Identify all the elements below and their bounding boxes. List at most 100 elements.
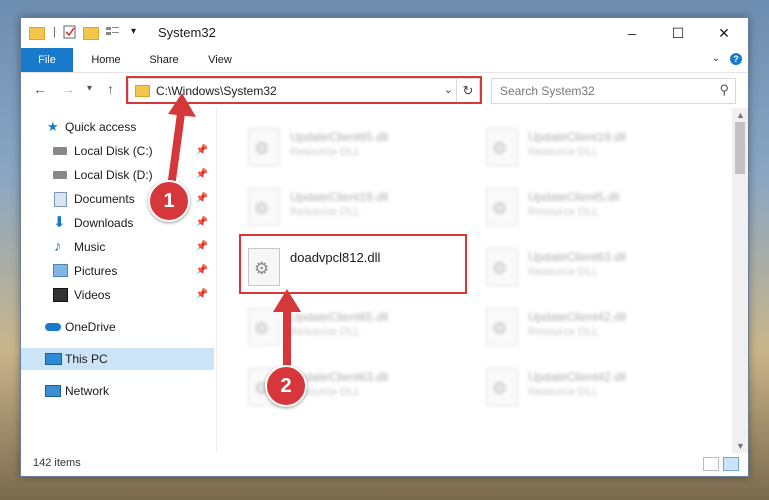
new-folder-icon[interactable] xyxy=(83,24,99,40)
file-item[interactable]: ⚙ UpdateClient42.dll Resource DLL xyxy=(480,304,700,350)
file-type: Resource DLL xyxy=(528,146,599,158)
tab-home[interactable]: Home xyxy=(81,48,131,72)
nav-item-label: Local Disk (D:) xyxy=(74,168,153,182)
file-name: UpdateClient63.dll xyxy=(528,250,627,264)
nav-pictures[interactable]: Pictures 📌 xyxy=(21,260,214,282)
address-highlight-box xyxy=(126,76,482,104)
file-type: Resource DLL xyxy=(290,206,361,218)
file-item[interactable]: ⚙ UpdateClient63.dll Resource DLL xyxy=(480,244,700,290)
pin-icon[interactable]: 📌 xyxy=(196,260,208,282)
dll-file-icon: ⚙ xyxy=(248,308,280,346)
nav-local-disk-c[interactable]: Local Disk (C:) 📌 xyxy=(21,140,214,162)
nav-item-label: Documents xyxy=(74,192,135,206)
file-name: UpdateClient42.dll xyxy=(528,310,627,324)
explorer-window: | ▾ System32 – ☐ ✕ File Home Share View … xyxy=(20,17,749,477)
nav-item-label: Network xyxy=(65,384,110,398)
scroll-up-icon[interactable]: ▲ xyxy=(736,110,745,120)
help-icon[interactable]: ? xyxy=(730,53,742,65)
scroll-thumb[interactable] xyxy=(735,122,745,174)
star-icon: ★ xyxy=(47,119,59,134)
nav-item-label: OneDrive xyxy=(65,320,116,334)
pictures-icon xyxy=(53,264,68,277)
tab-view[interactable]: View xyxy=(195,48,245,72)
pin-icon[interactable]: 📌 xyxy=(196,284,208,306)
properties-icon[interactable] xyxy=(63,24,77,40)
cloud-icon xyxy=(45,323,61,331)
music-icon: ♪ xyxy=(54,238,62,255)
file-item[interactable]: ⚙ UpdateClient65.dll Resource DLL xyxy=(242,124,462,170)
file-name: UpdateClient42.dll xyxy=(528,370,627,384)
nav-this-pc[interactable]: This PC xyxy=(21,348,214,370)
minimize-button[interactable]: – xyxy=(609,18,655,48)
nav-quick-access[interactable]: ★ Quick access xyxy=(21,116,214,138)
window-title: System32 xyxy=(158,25,216,40)
back-arrow-icon[interactable]: ← xyxy=(33,81,47,97)
pin-icon[interactable]: 📌 xyxy=(196,164,208,186)
dll-file-icon: ⚙ xyxy=(486,308,518,346)
large-icons-view-icon[interactable] xyxy=(723,457,739,471)
dll-file-icon: ⚙ xyxy=(248,188,280,226)
file-item[interactable]: ⚙ UpdateClient65.dll Resource DLL xyxy=(242,304,462,350)
expand-ribbon-icon[interactable]: ⌄ xyxy=(712,53,720,64)
details-view-icon[interactable] xyxy=(703,457,719,471)
file-type: Resource DLL xyxy=(290,146,361,158)
file-item[interactable]: ⚙ UpdateClient19.dll Resource DLL xyxy=(242,184,462,230)
file-name: UpdateClient19.dll xyxy=(290,190,389,204)
title-bar: | ▾ System32 – ☐ ✕ xyxy=(21,18,748,48)
tab-share[interactable]: Share xyxy=(139,48,189,72)
drive-icon xyxy=(53,147,67,155)
tab-file[interactable]: File xyxy=(21,48,73,72)
close-button[interactable]: ✕ xyxy=(701,18,747,48)
nav-onedrive[interactable]: OneDrive xyxy=(21,316,214,338)
dropdown-icon[interactable]: ▾ xyxy=(131,26,145,42)
documents-icon xyxy=(54,192,67,207)
forward-arrow-icon[interactable]: → xyxy=(61,81,75,97)
item-count: 142 items xyxy=(33,457,81,469)
file-name: UpdateClient65.dll xyxy=(290,130,389,144)
file-item[interactable]: ⚙ UpdateClient5.dll Resource DLL xyxy=(480,184,700,230)
dll-file-icon: ⚙ xyxy=(486,188,518,226)
maximize-button[interactable]: ☐ xyxy=(655,18,701,48)
pin-icon[interactable]: 📌 xyxy=(196,236,208,258)
nav-item-label: Local Disk (C:) xyxy=(74,144,153,158)
scroll-down-icon[interactable]: ▼ xyxy=(736,441,745,451)
videos-icon xyxy=(53,288,68,302)
nav-item-label: Music xyxy=(74,240,106,254)
file-name: UpdateClient65.dll xyxy=(290,310,389,324)
nav-item-label: Videos xyxy=(74,288,111,302)
pin-icon[interactable]: 📌 xyxy=(196,140,208,162)
file-item[interactable]: ⚙ UpdateClient42.dll Resource DLL xyxy=(480,364,700,410)
nav-item-label: Downloads xyxy=(74,216,134,230)
pin-icon[interactable]: 📌 xyxy=(196,212,208,234)
drive-icon xyxy=(53,171,67,179)
callout-2: 2 xyxy=(265,365,307,407)
search-icon[interactable]: ⚲ xyxy=(719,82,729,98)
file-highlight-box xyxy=(239,234,467,294)
nav-item-label: This PC xyxy=(65,352,108,366)
vertical-scrollbar[interactable]: ▲ ▼ xyxy=(732,108,748,453)
file-type: Resource DLL xyxy=(528,326,599,338)
nav-downloads[interactable]: ⬇ Downloads 📌 xyxy=(21,212,214,234)
dll-file-icon: ⚙ xyxy=(486,128,518,166)
dll-file-icon: ⚙ xyxy=(486,248,518,286)
recent-locations-icon[interactable]: ▾ xyxy=(87,83,92,94)
download-icon: ⬇ xyxy=(53,214,66,231)
up-arrow-icon[interactable]: ↑ xyxy=(107,81,114,97)
nav-music[interactable]: ♪ Music 📌 xyxy=(21,236,214,258)
computer-icon xyxy=(45,353,62,365)
file-type: Resource DLL xyxy=(528,206,599,218)
nav-network[interactable]: Network xyxy=(21,380,214,402)
navigation-pane: ★ Quick access Local Disk (C:) 📌 Local D… xyxy=(21,108,217,453)
search-input[interactable]: Search System32 ⚲ xyxy=(491,78,736,104)
pin-icon[interactable]: 📌 xyxy=(196,188,208,210)
status-bar: 142 items xyxy=(21,453,748,476)
nav-local-disk-d[interactable]: Local Disk (D:) 📌 xyxy=(21,164,214,186)
folder-icon xyxy=(29,24,45,40)
nav-videos[interactable]: Videos 📌 xyxy=(21,284,214,306)
nav-item-label: Pictures xyxy=(74,264,118,278)
search-placeholder: Search System32 xyxy=(500,84,595,98)
file-type: Resource DLL xyxy=(528,266,599,278)
customize-quick-access-icon[interactable] xyxy=(105,24,119,40)
file-type: Resource DLL xyxy=(290,326,361,338)
file-item[interactable]: ⚙ UpdateClient19.dll Resource DLL xyxy=(480,124,700,170)
